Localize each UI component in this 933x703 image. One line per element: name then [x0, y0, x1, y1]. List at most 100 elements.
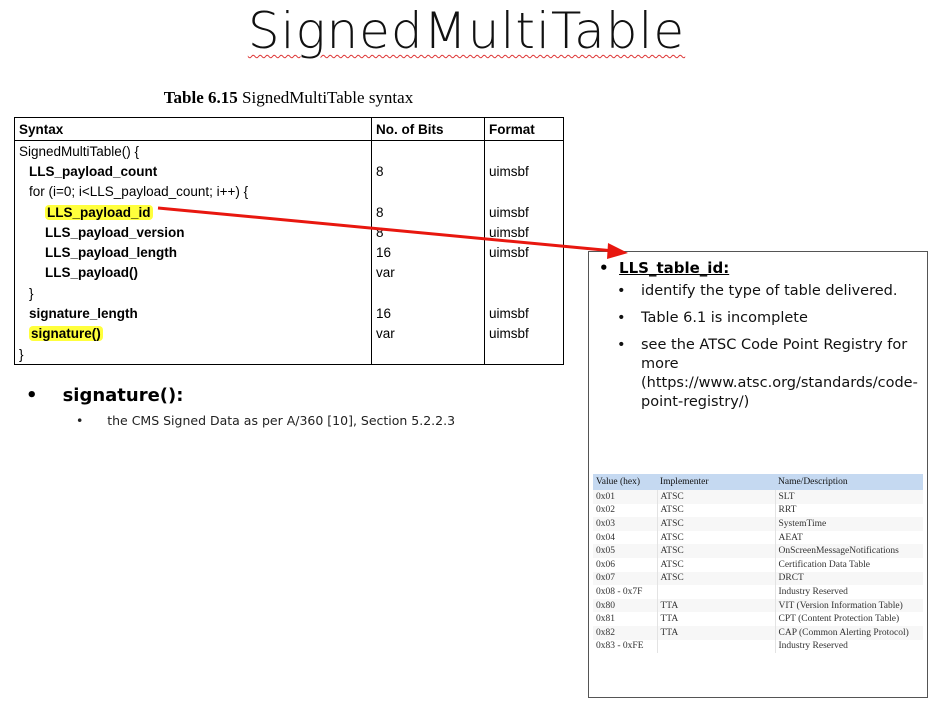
- format-cell: [484, 140, 564, 162]
- table-row: }: [14, 343, 564, 366]
- value-cell: 0x02: [593, 503, 658, 518]
- value-cell: 0x06: [593, 557, 658, 572]
- bits-cell: 8: [371, 161, 485, 182]
- implementer-cell: ATSC: [657, 544, 776, 558]
- name-cell: SystemTime: [775, 517, 923, 531]
- name-cell: Certification Data Table: [778, 559, 870, 570]
- implementer-cell: ATSC: [657, 571, 776, 586]
- lls-bullets: identify the type of table delivered. Ta…: [617, 282, 919, 420]
- col-header-format: Format: [484, 117, 564, 141]
- implementer-cell: ATSC: [657, 557, 776, 572]
- table-row: signature() var uimsbf: [14, 323, 564, 344]
- value-cell: 0x03: [593, 517, 658, 531]
- bits-cell: [371, 140, 485, 162]
- table-row: }: [14, 283, 564, 304]
- col-header-value: Value (hex): [593, 474, 657, 490]
- value-cell: 0x04: [593, 530, 658, 545]
- table-row: 0x08 - 0x7F Industry Reserved: [593, 585, 923, 599]
- bits-cell: var: [371, 262, 485, 284]
- table-row: LLS_payload() var: [14, 262, 564, 284]
- value-cell: 0x07: [593, 571, 658, 586]
- syntax-cell: LLS_payload_count: [14, 161, 372, 182]
- bits-cell: [371, 343, 485, 366]
- name-cell: CAP (Common Alerting Protocol): [775, 625, 923, 640]
- signature-note: • signature(): • the CMS Signed Data as …: [26, 385, 455, 428]
- name-cell: DRCT: [775, 571, 923, 586]
- table-row: LLS_payload_length 16 uimsbf: [14, 242, 564, 263]
- bits-cell: 16: [371, 303, 485, 324]
- table-row: 0x06 ATSC Certification Data Table: [593, 557, 923, 572]
- format-cell: uimsbf: [484, 242, 564, 263]
- name-cell: Industry Reserved: [778, 641, 848, 652]
- bits-cell: var: [371, 323, 485, 344]
- value-cell: 0x80: [593, 598, 658, 613]
- bits-cell: 16: [371, 242, 485, 263]
- syntax-cell: signature(): [14, 323, 372, 344]
- table-row: 0x80 TTA VIT (Version Information Table): [593, 598, 923, 613]
- syntax-table: Syntax No. of Bits Format SignedMultiTab…: [14, 117, 564, 366]
- table-row: 0x81 TTA CPT (Content Protection Table): [593, 612, 923, 626]
- list-item: see the ATSC Code Point Registry for mor…: [617, 336, 919, 412]
- syntax-cell: }: [14, 343, 372, 366]
- name-cell: AEAT: [778, 532, 803, 543]
- highlight-payload-id: LLS_payload_id: [45, 204, 153, 220]
- format-cell: uimsbf: [484, 303, 564, 324]
- table-row: signature_length 16 uimsbf: [14, 303, 564, 324]
- syntax-cell: LLS_payload(): [14, 262, 372, 284]
- name-cell: VIT (Version Information Table): [775, 598, 923, 613]
- col-header-bits: No. of Bits: [371, 117, 485, 141]
- format-cell: [484, 343, 564, 366]
- implementer-cell: ATSC: [657, 503, 776, 518]
- value-cell: 0x05: [593, 544, 658, 558]
- list-item: identify the type of table delivered.: [617, 282, 919, 301]
- implementer-cell: ATSC: [657, 490, 776, 504]
- list-item: Table 6.1 is incomplete: [617, 309, 919, 328]
- slide-title: SignedMultiTable: [247, 2, 686, 60]
- implementer-cell: TTA: [657, 598, 776, 613]
- table-row: 0x05 ATSC OnScreenMessageNotifications: [593, 544, 923, 558]
- syntax-cell: LLS_payload_id: [14, 201, 372, 223]
- implementer-cell: TTA: [657, 612, 776, 626]
- table-row: 0x03 ATSC SystemTime: [593, 517, 923, 531]
- bits-cell: 8: [371, 222, 485, 243]
- bits-cell: [371, 181, 485, 202]
- col-header-implementer: Implementer: [657, 474, 775, 490]
- highlight-signature: signature(): [29, 326, 103, 342]
- format-cell: uimsbf: [484, 201, 564, 223]
- table-row: 0x01 ATSC SLT: [593, 490, 923, 504]
- syntax-cell: SignedMultiTable() {: [14, 140, 372, 162]
- format-cell: [484, 283, 564, 304]
- table-caption: Table 6.15 SignedMultiTable syntax: [163, 88, 414, 107]
- syntax-cell: }: [14, 283, 372, 304]
- table-row: 0x83 - 0xFE Industry Reserved: [593, 639, 923, 654]
- value-cell: 0x83 - 0xFE: [593, 639, 658, 654]
- format-cell: [484, 181, 564, 202]
- implementer-cell: [657, 639, 776, 654]
- syntax-cell: LLS_payload_version: [14, 222, 372, 243]
- name-cell: CPT (Content Protection Table): [778, 614, 900, 625]
- implementer-cell: [657, 585, 776, 599]
- table-row: LLS_payload_id 8 uimsbf: [14, 201, 564, 223]
- signature-detail: • the CMS Signed Data as per A/360 [10],…: [76, 413, 456, 428]
- bits-cell: [371, 283, 485, 304]
- table-row: 0x02 ATSC RRT: [593, 503, 923, 518]
- syntax-table-header: Syntax No. of Bits Format: [14, 117, 564, 141]
- value-cell: 0x08 - 0x7F: [593, 585, 658, 599]
- implementer-cell: ATSC: [657, 517, 776, 531]
- table-row: 0x04 ATSC AEAT: [593, 530, 923, 545]
- implementer-cell: ATSC: [657, 530, 776, 545]
- syntax-cell: for (i=0; i<LLS_payload_count; i++) {: [14, 181, 372, 202]
- bits-cell: 8: [371, 201, 485, 223]
- lls-table-id-panel: • LLS_table_id: identify the type of tab…: [588, 251, 928, 698]
- value-cell: 0x82: [593, 625, 658, 640]
- table-row: 0x82 TTA CAP (Common Alerting Protocol): [593, 625, 923, 640]
- format-cell: [484, 262, 564, 284]
- table-row: SignedMultiTable() {: [14, 140, 564, 162]
- lls-table-id-heading: • LLS_table_id:: [599, 259, 730, 277]
- format-cell: uimsbf: [484, 222, 564, 243]
- name-cell: Industry Reserved: [778, 586, 848, 597]
- implementer-cell: TTA: [657, 625, 776, 640]
- name-cell: OnScreenMessageNotifications: [775, 544, 923, 558]
- col-header-name: Name/Description: [775, 474, 923, 490]
- syntax-cell: signature_length: [14, 303, 372, 324]
